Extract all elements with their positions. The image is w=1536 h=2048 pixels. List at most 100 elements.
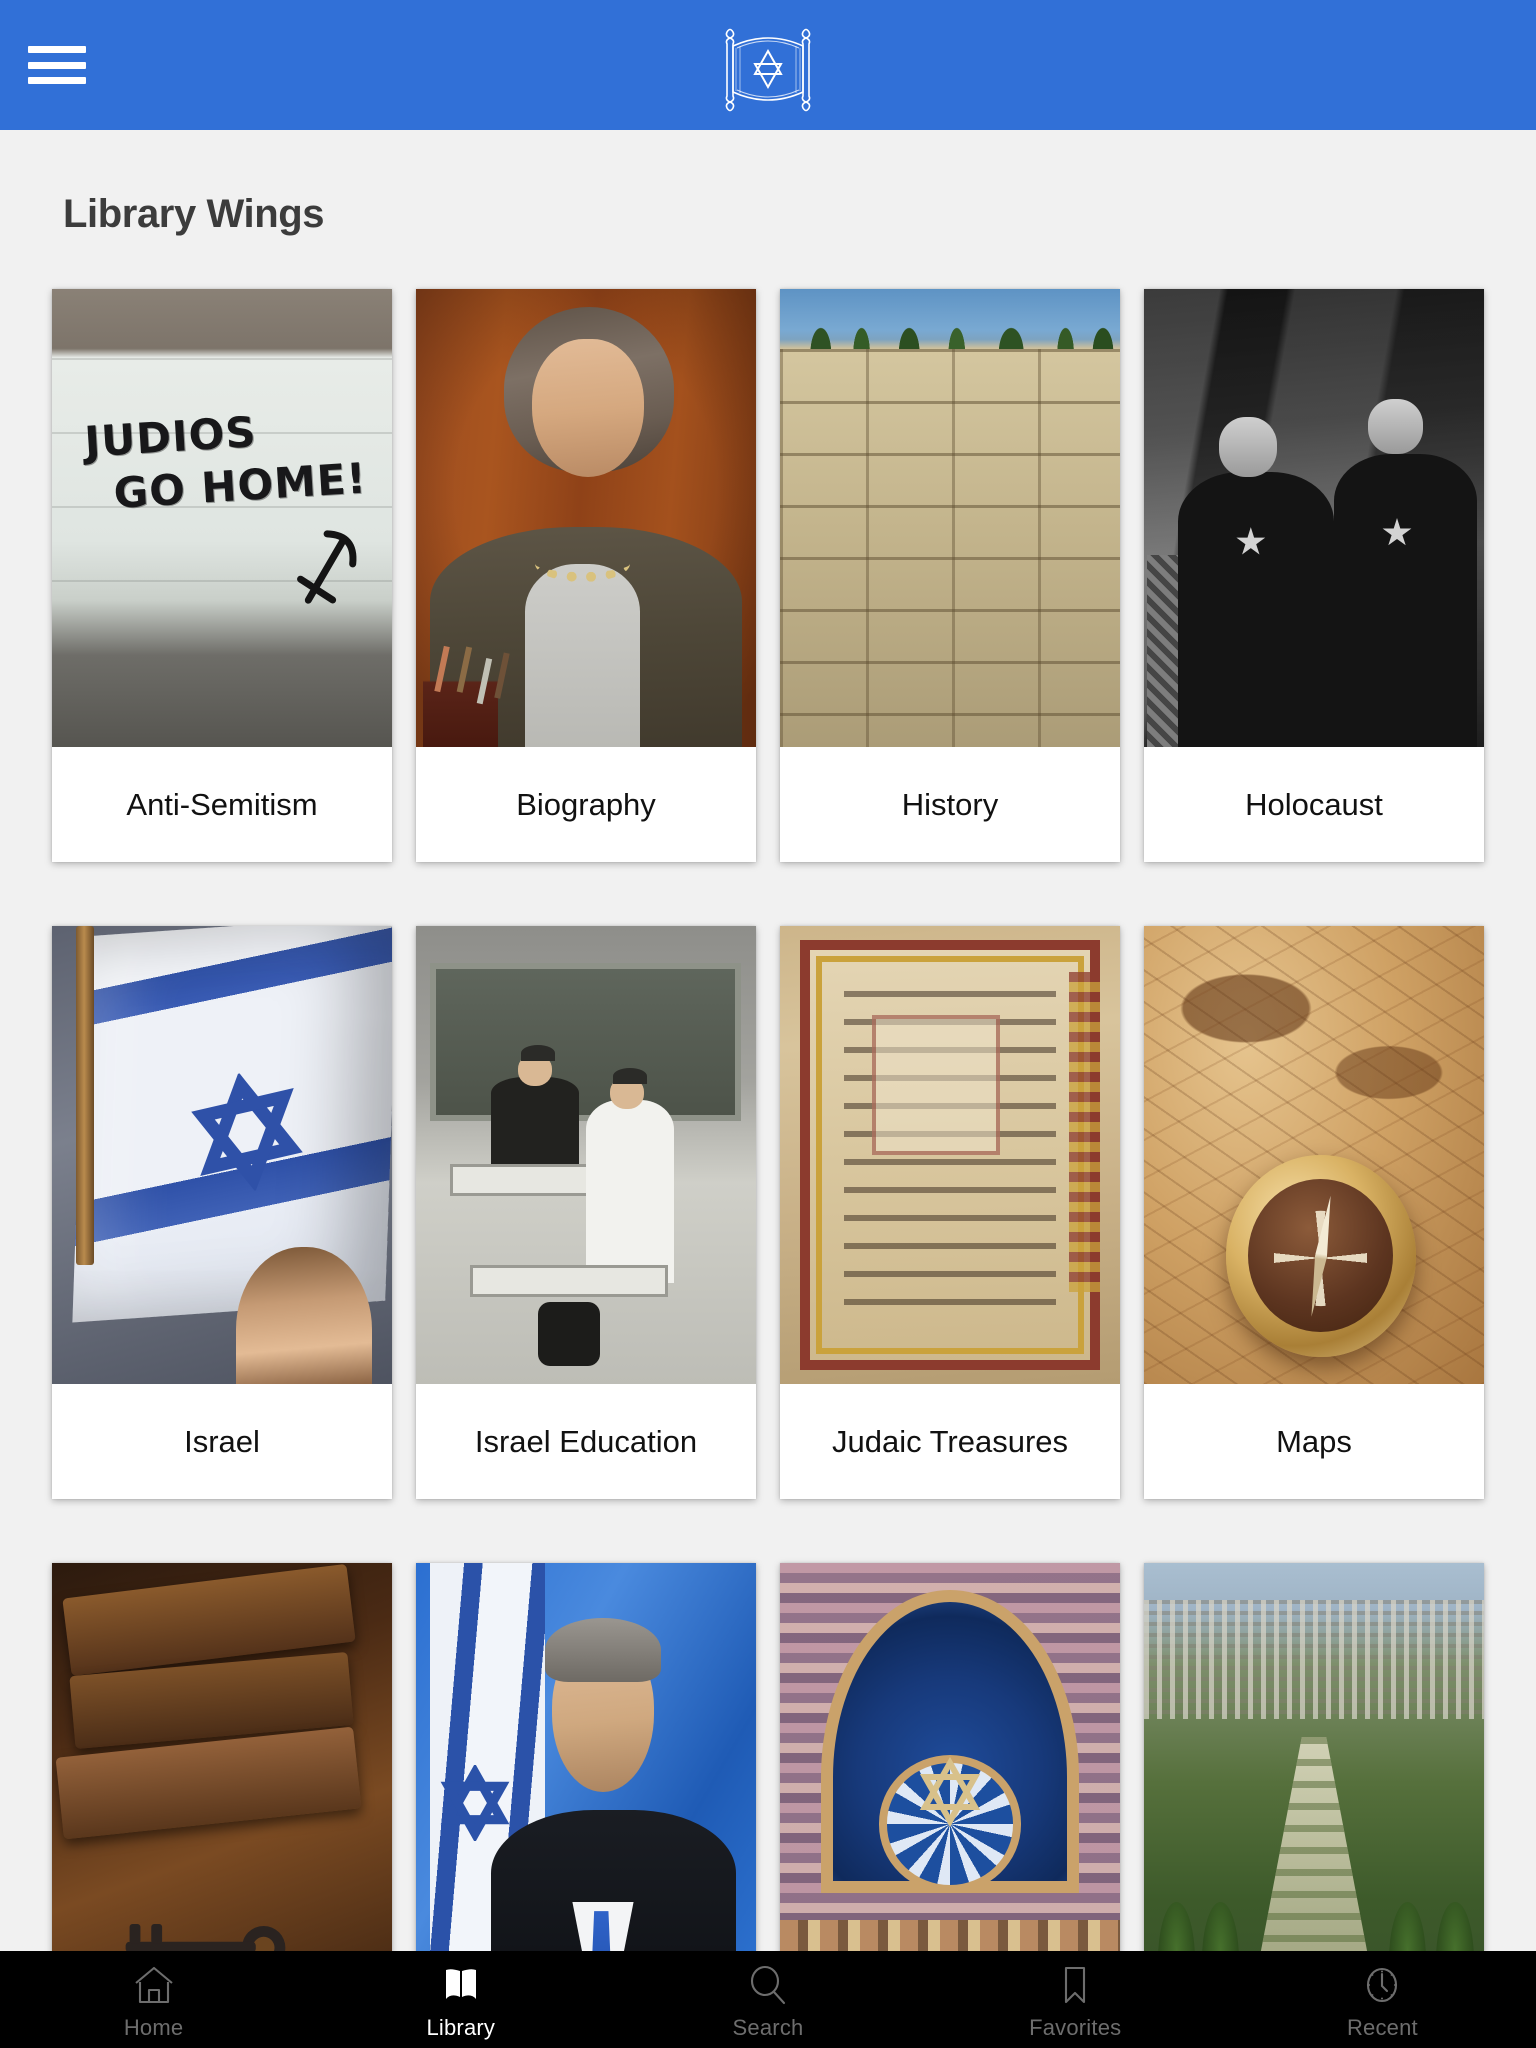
tab-favorites[interactable]: Favorites bbox=[922, 1951, 1229, 2048]
library-wings-grid: JUDIOS GO HOME! Anti-Semitism Biography … bbox=[0, 289, 1536, 1951]
graffiti-text: JUDIOS GO HOME! bbox=[83, 400, 368, 523]
holocaust-photo-image bbox=[1144, 289, 1484, 747]
tab-label: Library bbox=[426, 2015, 496, 2040]
wing-thumbnail-netanyahu bbox=[416, 1563, 756, 1951]
wing-thumbnail-history bbox=[780, 289, 1120, 747]
wing-label: Israel Education bbox=[474, 1423, 698, 1459]
school-bag bbox=[538, 1301, 600, 1366]
classroom-image bbox=[416, 926, 756, 1384]
kippah-icon bbox=[521, 1045, 556, 1062]
girl-figure bbox=[235, 1246, 372, 1384]
star-of-david-icon bbox=[191, 1071, 303, 1192]
book-icon bbox=[445, 1969, 476, 1999]
wing-thumbnail-maps bbox=[1144, 926, 1484, 1384]
tab-label: Recent bbox=[1346, 2015, 1418, 2040]
palm-tree bbox=[1157, 1901, 1195, 1951]
portrait-necklace bbox=[535, 545, 631, 583]
wing-label: History bbox=[901, 786, 999, 822]
wing-label: Maps bbox=[1276, 1423, 1352, 1459]
manuscript-border bbox=[800, 939, 1100, 1371]
photo-figure bbox=[1178, 472, 1335, 747]
wing-card-holocaust[interactable]: Holocaust bbox=[1144, 289, 1484, 862]
tab-recent[interactable]: Recent bbox=[1229, 1951, 1536, 2048]
kippah-icon bbox=[613, 1067, 648, 1084]
tab-label: Favorites bbox=[1029, 2015, 1122, 2040]
wing-label: Israel bbox=[184, 1423, 260, 1459]
page-title: Library Wings bbox=[63, 192, 325, 236]
israeli-flag-image bbox=[52, 926, 392, 1384]
wall-shrub bbox=[977, 545, 1018, 592]
synagogue-facade-image bbox=[780, 1563, 1120, 1951]
hebrew-manuscript-image bbox=[780, 926, 1120, 1384]
graffiti-line-2: GO HOME! bbox=[112, 453, 369, 518]
wing-thumbnail-biography bbox=[416, 289, 756, 747]
bookmark-icon bbox=[1065, 1966, 1086, 2004]
manuscript-flourish bbox=[1069, 971, 1100, 1293]
wing-thumbnail-city bbox=[1144, 1563, 1484, 1951]
palm-tree bbox=[1436, 1901, 1474, 1951]
search-icon bbox=[750, 1965, 786, 2005]
hamburger-bar-3 bbox=[28, 77, 86, 84]
tab-library[interactable]: Library bbox=[307, 1951, 614, 2048]
hammer-and-sickle-icon bbox=[296, 530, 357, 604]
aerial-city-gardens-image bbox=[1144, 1563, 1484, 1951]
wing-label: Judaic Treasures bbox=[831, 1423, 1069, 1459]
portrait-pencil-cup bbox=[422, 646, 498, 747]
wing-card-row3-2[interactable] bbox=[416, 1563, 756, 1951]
home-icon bbox=[134, 1966, 173, 2004]
wing-card-row3-3[interactable] bbox=[780, 1563, 1120, 1951]
wing-card-israel-education[interactable]: Israel Education bbox=[416, 926, 756, 1499]
teacher-figure bbox=[490, 1077, 580, 1178]
photo-figure bbox=[1334, 453, 1478, 747]
wing-thumbnail-anti-semitism: JUDIOS GO HOME! bbox=[52, 289, 392, 747]
star-of-david-icon bbox=[440, 1764, 509, 1841]
synagogue-base-arcade bbox=[780, 1920, 1120, 1951]
photo-figure-head bbox=[1368, 398, 1423, 454]
palm-tree bbox=[1201, 1901, 1240, 1951]
terraced-gardens bbox=[1252, 1737, 1376, 1951]
compass-face bbox=[1248, 1179, 1394, 1333]
tab-label: Home bbox=[123, 2015, 184, 2040]
hamburger-bar-1 bbox=[28, 46, 86, 53]
netanyahu-portrait-image bbox=[416, 1563, 756, 1951]
wing-card-anti-semitism[interactable]: JUDIOS GO HOME! Anti-Semitism bbox=[52, 289, 392, 862]
clock-icon bbox=[1367, 1967, 1398, 2003]
wing-label: Anti-Semitism bbox=[126, 786, 318, 822]
hamburger-bar-2 bbox=[28, 61, 86, 69]
torah-scroll-star-of-david-logo bbox=[725, 28, 811, 112]
old-key-icon bbox=[125, 1924, 285, 1951]
wing-card-row3-1[interactable] bbox=[52, 1563, 392, 1951]
golda-meir-portrait-image bbox=[416, 289, 756, 747]
wall-shrub bbox=[820, 490, 876, 551]
graffiti-wall-image: JUDIOS GO HOME! bbox=[52, 289, 392, 747]
wing-card-maps[interactable]: Maps bbox=[1144, 926, 1484, 1499]
student-figure bbox=[586, 1100, 675, 1284]
western-wall-image bbox=[780, 289, 1120, 747]
portrait-shirt bbox=[524, 563, 641, 747]
tab-home[interactable]: Home bbox=[0, 1951, 307, 2048]
flag-pole bbox=[75, 926, 94, 1265]
hamburger-menu-icon[interactable] bbox=[28, 44, 88, 86]
wing-card-judaic-treasures[interactable]: Judaic Treasures bbox=[780, 926, 1120, 1499]
wing-thumbnail-synagogue bbox=[780, 1563, 1120, 1951]
compass-icon bbox=[1225, 1155, 1416, 1357]
wing-thumbnail-judaic-treasures bbox=[780, 926, 1120, 1384]
manuscript-panel bbox=[871, 1015, 1001, 1155]
library-wings-scroll-area[interactable]: Library Wings JUDIOS GO HOME! Anti-Semit… bbox=[0, 130, 1536, 1951]
star-of-david-icon bbox=[919, 1757, 981, 1827]
app-header bbox=[0, 0, 1536, 130]
wing-thumbnail-holocaust bbox=[1144, 289, 1484, 747]
antique-books-image bbox=[52, 1563, 392, 1951]
wing-card-history[interactable]: History bbox=[780, 289, 1120, 862]
wing-card-biography[interactable]: Biography bbox=[416, 289, 756, 862]
wing-card-israel[interactable]: Israel bbox=[52, 926, 392, 1499]
tab-search[interactable]: Search bbox=[614, 1951, 921, 2048]
wing-card-row3-4[interactable] bbox=[1144, 1563, 1484, 1951]
wing-label: Biography bbox=[516, 786, 656, 822]
wing-thumbnail-israel bbox=[52, 926, 392, 1384]
portrait-hair bbox=[545, 1617, 661, 1683]
graffiti-line-1: JUDIOS bbox=[83, 407, 258, 467]
palm-tree bbox=[1388, 1901, 1427, 1951]
wing-thumbnail-israel-education bbox=[416, 926, 756, 1384]
bottom-tab-bar: Home Library Search Favorites Recent bbox=[0, 1951, 1536, 2048]
